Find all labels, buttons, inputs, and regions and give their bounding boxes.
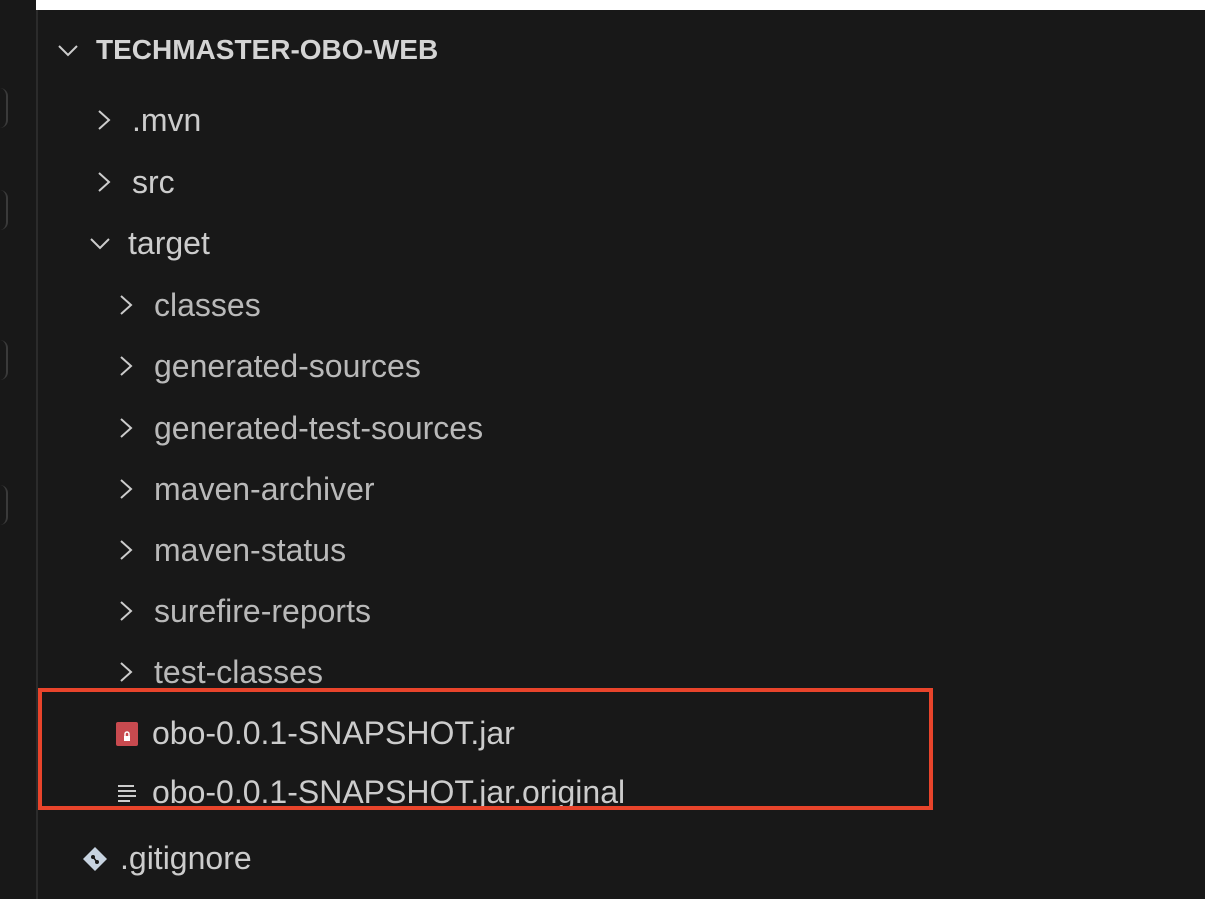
tree-item-mvn[interactable]: .mvn [38,90,1205,150]
chevron-right-icon [114,660,138,684]
activity-bar-edge [0,0,36,899]
edge-icon-fragment [0,340,8,380]
explorer-root-folder[interactable]: TECHMASTER-OBO-WEB [38,20,1205,80]
tree-item-label: surefire-reports [154,592,371,629]
tree-item-maven-archiver[interactable]: maven-archiver [38,459,1205,519]
tree-item-label: src [132,163,175,200]
chevron-right-icon [92,108,116,132]
window-top-edge [0,0,1205,10]
git-icon [82,844,108,872]
highlight-annotation-box [38,688,933,810]
tree-item-src[interactable]: src [38,152,1205,212]
tree-item-target[interactable]: target [38,213,1205,273]
edge-icon-fragment [0,485,8,525]
file-explorer: TECHMASTER-OBO-WEB .mvn src target class… [38,10,1205,899]
tree-item-label: test-classes [154,653,323,690]
chevron-right-icon [114,538,138,562]
chevron-right-icon [114,599,138,623]
edge-icon-fragment [0,88,8,128]
tree-item-maven-status[interactable]: maven-status [38,520,1205,580]
chevron-right-icon [114,293,138,317]
tree-item-label: .mvn [132,101,202,138]
chevron-down-icon [56,38,80,62]
tree-item-generated-test-sources[interactable]: generated-test-sources [38,398,1205,458]
root-folder-label: TECHMASTER-OBO-WEB [96,34,439,65]
chevron-right-icon [114,477,138,501]
tree-item-cutoff [80,892,540,899]
chevron-right-icon [114,354,138,378]
chevron-right-icon [92,170,116,194]
tree-item-gitignore[interactable]: .gitignore [38,828,1205,888]
tree-item-generated-sources[interactable]: generated-sources [38,336,1205,396]
tree-item-surefire-reports[interactable]: surefire-reports [38,581,1205,641]
chevron-down-icon [88,231,112,255]
tree-item-classes[interactable]: classes [38,275,1205,335]
tree-item-label: classes [154,286,261,323]
tree-item-label: maven-archiver [154,470,375,507]
tree-item-label: generated-sources [154,347,421,384]
tree-item-label: generated-test-sources [154,409,484,446]
chevron-right-icon [114,416,138,440]
tree-item-label: .gitignore [120,839,252,876]
tree-item-label: target [128,224,210,261]
edge-icon-fragment [0,190,8,230]
tree-item-label: maven-status [154,531,347,568]
